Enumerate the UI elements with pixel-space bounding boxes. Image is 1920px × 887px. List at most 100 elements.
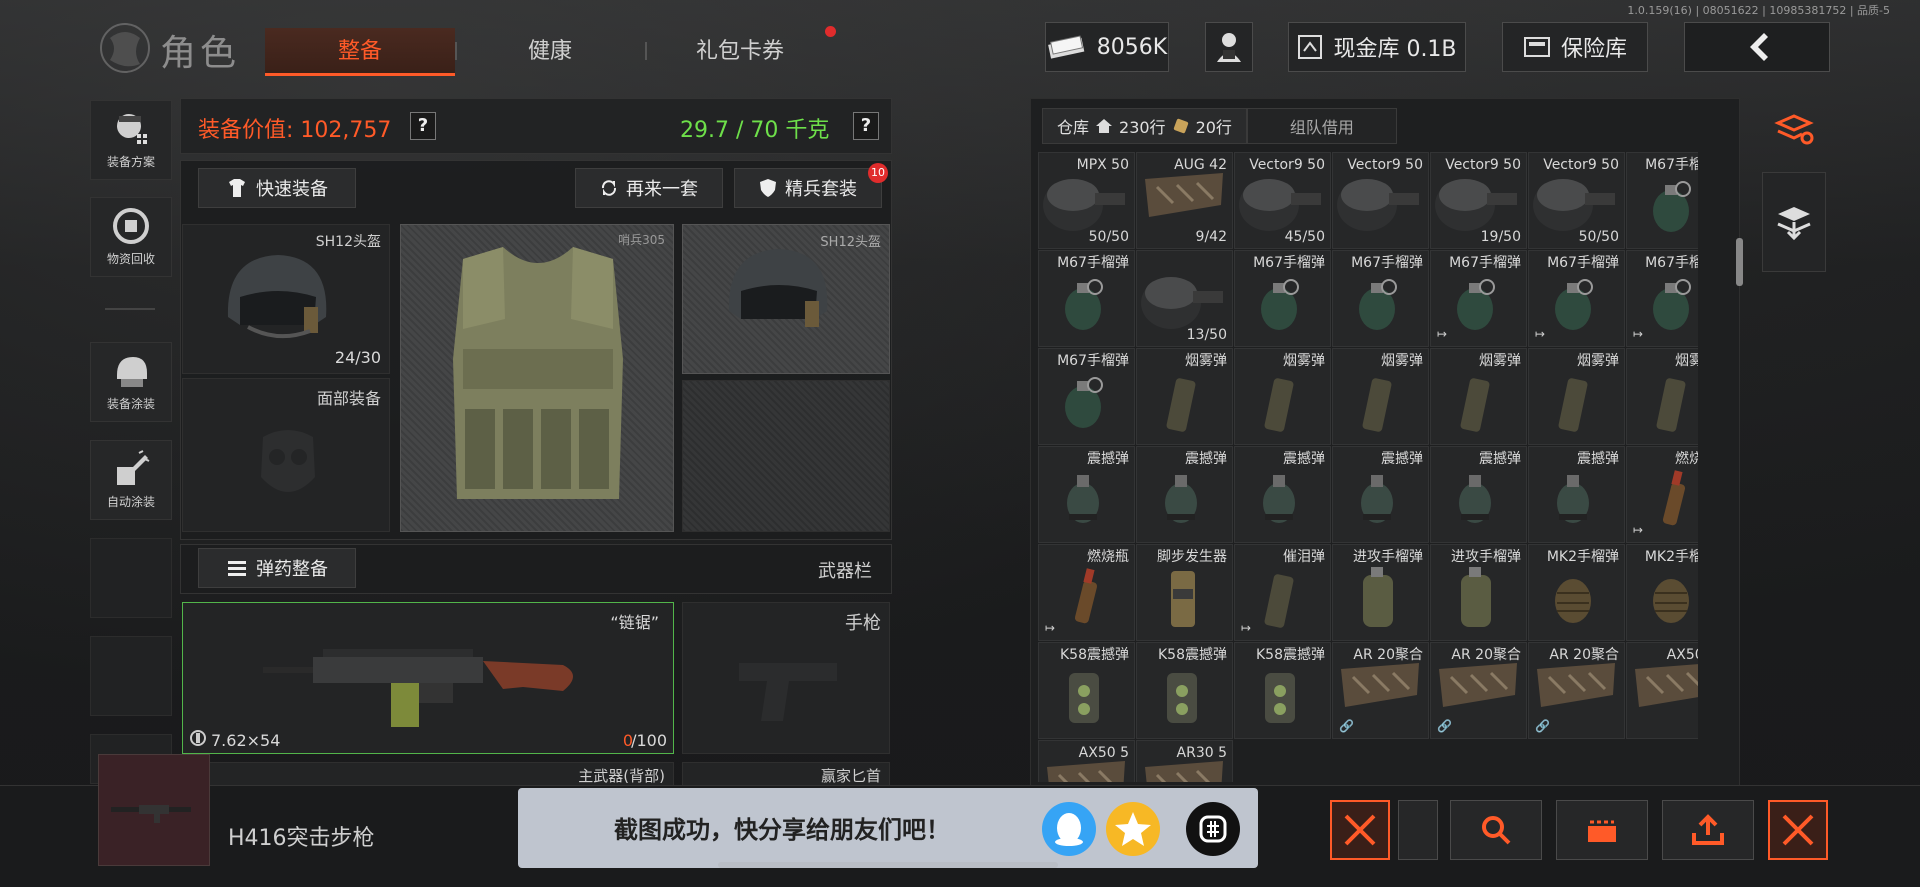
storage-item[interactable]: 震撼弹 — [1136, 446, 1233, 543]
item-name: 烟雾弹 — [1185, 353, 1227, 369]
storage-item[interactable]: 脚步发生器 — [1136, 544, 1233, 641]
item-flag: ↦ — [1437, 327, 1448, 341]
storage-item[interactable]: 13/50 — [1136, 250, 1233, 347]
storage-item[interactable]: AR 20聚合 🔗 — [1430, 642, 1527, 739]
tab-outfit[interactable]: 整备 — [265, 28, 455, 76]
storage-item[interactable]: M67手榴弹 — [1038, 250, 1135, 347]
storage-item[interactable]: M67手榴弹 ↦ — [1430, 250, 1527, 347]
sidebar-item-auto-skin[interactable]: 自动涂装 — [90, 440, 172, 520]
item-name: 震撼弹 — [1577, 451, 1619, 467]
ammo-prep-button[interactable]: 弹药整备 — [198, 548, 356, 588]
trader-button[interactable] — [1205, 22, 1253, 72]
sidebar-item-recycle[interactable]: 物资回收 — [90, 197, 172, 277]
storage-item[interactable]: AR 20聚合 🔗 — [1332, 642, 1429, 739]
helmet-paint-icon — [109, 351, 153, 391]
storage-item[interactable]: 烟雾弹 — [1332, 348, 1429, 445]
storage-item[interactable]: MK2手榴弹 — [1626, 544, 1698, 641]
sort-button[interactable] — [1762, 98, 1826, 162]
storage-item[interactable]: K58震撼弹 — [1234, 642, 1331, 739]
storage-item[interactable]: 烟雾弹 — [1528, 348, 1625, 445]
item-count: 9/42 — [1195, 229, 1227, 245]
storage-item[interactable]: AR 20聚合 🔗 — [1528, 642, 1625, 739]
current-weapon-name: H416突击步枪 — [228, 826, 375, 851]
item-name: 烟雾弹 — [1283, 353, 1325, 369]
storage-item[interactable]: 烟雾弹 — [1626, 348, 1698, 445]
sidebar-item-loadout-plan[interactable]: 装备方案 — [90, 100, 172, 180]
storage-item[interactable]: M67手榴弹 — [1234, 250, 1331, 347]
qzone-share-icon[interactable] — [1106, 802, 1160, 856]
tab-team-borrow[interactable]: 组队借用 — [1246, 108, 1397, 144]
cash-vault-button[interactable]: 现金库 0.1B — [1288, 22, 1466, 72]
storage-item[interactable]: 震撼弹 — [1430, 446, 1527, 543]
current-weapon-thumb[interactable] — [98, 754, 210, 866]
close-button[interactable] — [1768, 800, 1828, 860]
storage-item[interactable]: AR30 5 — [1136, 740, 1233, 782]
layer-download-button[interactable] — [1762, 172, 1826, 272]
face-slot[interactable]: 面部装备 — [182, 378, 390, 532]
tab-health[interactable]: 健康 — [455, 28, 645, 76]
quick-equip-button[interactable]: 快速装备 — [198, 168, 356, 208]
storage-item[interactable]: 烟雾弹 — [1136, 348, 1233, 445]
storage-item[interactable]: 震撼弹 — [1234, 446, 1331, 543]
helmet-slot[interactable]: SH12头盔 24/30 — [182, 224, 390, 374]
more-share-icon[interactable] — [1186, 802, 1240, 856]
storage-item[interactable]: K58震撼弹 — [1038, 642, 1135, 739]
item-name: 震撼弹 — [1283, 451, 1325, 467]
upload-button[interactable] — [1662, 800, 1754, 860]
storage-item[interactable]: AUG 42 9/42 — [1136, 152, 1233, 249]
storage-item[interactable]: 燃烧瓶 ↦ — [1626, 446, 1698, 543]
storage-item[interactable]: Vector9 50 45/50 — [1234, 152, 1331, 249]
storage-item[interactable]: AX50 5 — [1626, 642, 1698, 739]
safe-box-button[interactable]: 保险库 — [1502, 22, 1648, 72]
storage-item[interactable]: M67手榴弹 ↦ — [1626, 250, 1698, 347]
currency-display[interactable]: 8056K — [1045, 22, 1169, 72]
tab-warehouse[interactable]: 仓库 230行 20行 — [1042, 108, 1247, 144]
weight-help-button[interactable]: ? — [853, 112, 879, 140]
storage-item[interactable]: Vector9 50 — [1332, 152, 1429, 249]
reequip-button[interactable]: 再来一套 — [575, 168, 723, 208]
primary-back-slot[interactable]: 主武器(背部) — [182, 762, 674, 786]
organize-button[interactable] — [1556, 800, 1648, 860]
helmet-slot-2[interactable]: SH12头盔 — [682, 224, 890, 374]
qq-share-icon[interactable] — [1042, 802, 1096, 856]
storage-item[interactable]: 进攻手榴弹 — [1430, 544, 1527, 641]
storage-item[interactable]: 震撼弹 — [1332, 446, 1429, 543]
sidebar-item-equipment-skin[interactable]: 装备涂装 — [90, 342, 172, 422]
tab-gift-cards[interactable]: 礼包卡券 — [645, 28, 835, 76]
storage-item[interactable]: Vector9 50 19/50 — [1430, 152, 1527, 249]
storage-item[interactable]: Vector9 50 50/50 — [1528, 152, 1625, 249]
storage-item[interactable]: 进攻手榴弹 — [1332, 544, 1429, 641]
pistol-slot[interactable]: 手枪 — [682, 602, 890, 754]
back-button[interactable] — [1684, 22, 1830, 72]
storage-item[interactable]: 震撼弹 — [1038, 446, 1135, 543]
filter-button[interactable] — [1398, 800, 1438, 860]
storage-item[interactable]: AX50 5 — [1038, 740, 1135, 782]
storage-item[interactable]: K58震撼弹 — [1136, 642, 1233, 739]
storage-item[interactable]: 燃烧瓶 ↦ — [1038, 544, 1135, 641]
item-name: AR 20聚合 — [1549, 647, 1619, 663]
item-name: Vector9 50 — [1347, 157, 1423, 173]
item-name: 进攻手榴弹 — [1353, 549, 1423, 565]
knife-slot[interactable]: 赢家匕首 — [682, 762, 890, 786]
storage-item[interactable]: M67手榴弹 — [1626, 152, 1698, 249]
storage-item[interactable]: 催泪弹 ↦ — [1234, 544, 1331, 641]
ammo-pack-icon — [1173, 118, 1188, 134]
vest-slot[interactable]: 哨兵305 — [400, 224, 674, 532]
search-button[interactable] — [1450, 800, 1542, 860]
storage-item[interactable]: MPX 50 50/50 — [1038, 152, 1135, 249]
storage-item[interactable]: M67手榴弹 ↦ — [1528, 250, 1625, 347]
value-help-button[interactable]: ? — [410, 112, 436, 140]
safe-icon — [1523, 37, 1550, 57]
elite-loadout-button[interactable]: 精兵套装 — [734, 168, 882, 208]
storage-item[interactable]: M67手榴弹 — [1332, 250, 1429, 347]
storage-item[interactable]: MK2手榴弹 — [1528, 544, 1625, 641]
empty-slot[interactable] — [682, 380, 890, 532]
close-toast-button[interactable] — [1330, 800, 1390, 860]
storage-scrollbar[interactable] — [1736, 238, 1743, 286]
storage-item[interactable]: M67手榴弹 — [1038, 348, 1135, 445]
storage-item[interactable]: 烟雾弹 — [1234, 348, 1331, 445]
primary-weapon-slot[interactable]: “链锯” 7.62×54 0 /100 — [182, 602, 674, 754]
storage-item[interactable]: 震撼弹 — [1528, 446, 1625, 543]
storage-item[interactable]: 烟雾弹 — [1430, 348, 1527, 445]
version-text: 1.0.159(16) | 08051622 | 10985381752 | 品… — [1627, 4, 1890, 17]
